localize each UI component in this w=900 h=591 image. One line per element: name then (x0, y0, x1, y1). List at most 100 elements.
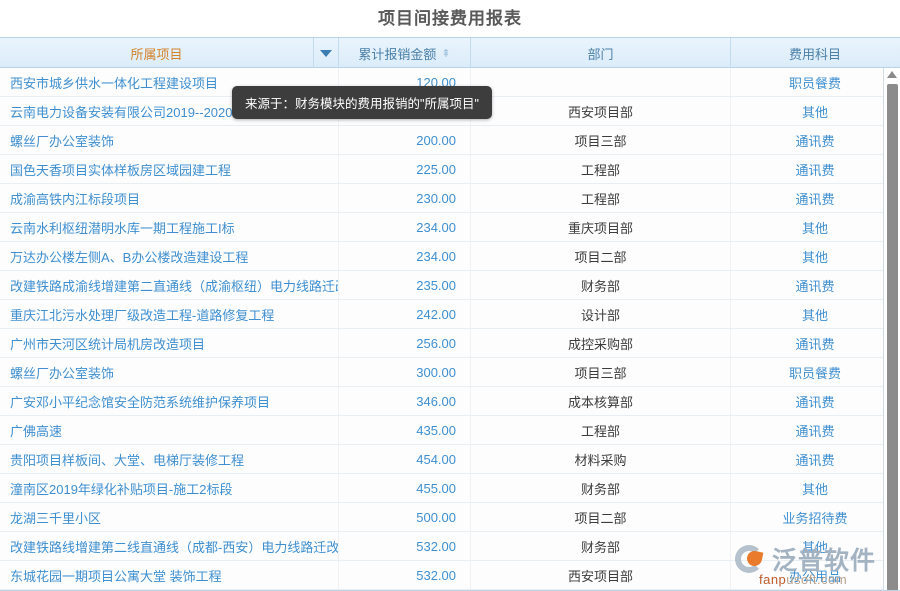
table-row[interactable]: 万达办公楼左侧A、B办公楼改造建设工程234.00项目二部其他 (0, 242, 900, 271)
cell-amount: 225.00 (339, 155, 471, 183)
cell-subject: 职员餐费 (731, 358, 899, 386)
column-header-project[interactable]: 所属项目 (0, 38, 314, 68)
cell-department: 设计部 (471, 300, 731, 328)
column-tooltip: 来源于：财务模块的费用报销的"所属项目" (232, 86, 492, 119)
cell-amount: 435.00 (339, 416, 471, 444)
cell-subject: 通讯费 (731, 184, 899, 212)
cell-subject: 业务招待费 (731, 503, 899, 531)
column-header-amount-label: 累计报销金额 (358, 44, 436, 63)
cell-department: 西安项目部 (471, 97, 731, 125)
cell-amount: 532.00 (339, 532, 471, 560)
cell-project[interactable]: 云南水利枢纽潜明水库一期工程施工I标 (0, 213, 339, 241)
cell-department: 项目三部 (471, 358, 731, 386)
cell-department (471, 68, 731, 96)
cell-project[interactable]: 广州市天河区统计局机房改造项目 (0, 329, 339, 357)
cell-amount: 200.00 (339, 126, 471, 154)
cell-amount: 346.00 (339, 387, 471, 415)
cell-subject: 通讯费 (731, 126, 899, 154)
report-grid: 所属项目 累计报销金额 ⇞ 部门 费用科目 西安市城乡供水一体化工程建设项目12… (0, 37, 900, 591)
cell-subject: 其他 (731, 97, 899, 125)
cell-project[interactable]: 贵阳项目样板间、大堂、电梯厅装修工程 (0, 445, 339, 473)
cell-amount: 234.00 (339, 242, 471, 270)
cell-project[interactable]: 龙湖三千里小区 (0, 503, 339, 531)
cell-project[interactable]: 国色天香项目实体样板房区域园建工程 (0, 155, 339, 183)
cell-amount: 235.00 (339, 271, 471, 299)
sort-ascending-icon[interactable]: ⇞ (441, 49, 450, 60)
column-header-department[interactable]: 部门 (471, 38, 731, 68)
cell-subject: 其他 (731, 213, 899, 241)
cell-department: 西安项目部 (471, 561, 731, 589)
table-row[interactable]: 东城花园一期项目公寓大堂 装饰工程532.00西安项目部办公用品 (0, 561, 900, 590)
cell-subject: 其他 (731, 532, 899, 560)
cell-project[interactable]: 螺丝厂办公室装饰 (0, 126, 339, 154)
vertical-scrollbar[interactable] (883, 68, 900, 591)
cell-project[interactable]: 螺丝厂办公室装饰 (0, 358, 339, 386)
cell-department: 项目二部 (471, 503, 731, 531)
cell-amount: 234.00 (339, 213, 471, 241)
column-header-amount[interactable]: 累计报销金额 ⇞ (339, 38, 471, 68)
cell-amount: 532.00 (339, 561, 471, 589)
scroll-up-arrow-icon[interactable] (887, 71, 897, 78)
cell-amount: 454.00 (339, 445, 471, 473)
cell-project[interactable]: 广佛高速 (0, 416, 339, 444)
cell-department: 工程部 (471, 416, 731, 444)
cell-department: 材料采购 (471, 445, 731, 473)
cell-department: 成本核算部 (471, 387, 731, 415)
cell-amount: 500.00 (339, 503, 471, 531)
cell-department: 成控采购部 (471, 329, 731, 357)
table-row[interactable]: 国色天香项目实体样板房区域园建工程225.00工程部通讯费 (0, 155, 900, 184)
cell-project[interactable]: 重庆江北污水处理厂级改造工程-道路修复工程 (0, 300, 339, 328)
cell-amount: 242.00 (339, 300, 471, 328)
cell-project[interactable]: 改建铁路线增建第二线直通线（成都-西安）电力线路迁改 (0, 532, 339, 560)
cell-subject: 通讯费 (731, 329, 899, 357)
table-row[interactable]: 广安邓小平纪念馆安全防范系统维护保养项目346.00成本核算部通讯费 (0, 387, 900, 416)
grid-body: 西安市城乡供水一体化工程建设项目120.00职员餐费云南电力设备安装有限公司20… (0, 68, 900, 591)
cell-amount: 300.00 (339, 358, 471, 386)
cell-subject: 其他 (731, 300, 899, 328)
table-row[interactable]: 改建铁路成渝线增建第二直通线（成渝枢纽）电力线路迁改235.00财务部通讯费 (0, 271, 900, 300)
table-row[interactable]: 广佛高速435.00工程部通讯费 (0, 416, 900, 445)
cell-project[interactable]: 成渝高铁内江标段项目 (0, 184, 339, 212)
table-row[interactable]: 云南水利枢纽潜明水库一期工程施工I标234.00重庆项目部其他 (0, 213, 900, 242)
cell-subject: 通讯费 (731, 155, 899, 183)
cell-amount: 455.00 (339, 474, 471, 502)
cell-department: 财务部 (471, 474, 731, 502)
column-header-department-label: 部门 (587, 44, 613, 63)
cell-department: 财务部 (471, 271, 731, 299)
column-header-subject[interactable]: 费用科目 (731, 38, 899, 68)
cell-project[interactable]: 东城花园一期项目公寓大堂 装饰工程 (0, 561, 339, 589)
column-header-subject-label: 费用科目 (789, 44, 841, 63)
table-row[interactable]: 重庆江北污水处理厂级改造工程-道路修复工程242.00设计部其他 (0, 300, 900, 329)
cell-department: 重庆项目部 (471, 213, 731, 241)
cell-department: 项目三部 (471, 126, 731, 154)
table-row[interactable]: 龙湖三千里小区500.00项目二部业务招待费 (0, 503, 900, 532)
table-row[interactable]: 广州市天河区统计局机房改造项目256.00成控采购部通讯费 (0, 329, 900, 358)
cell-amount: 256.00 (339, 329, 471, 357)
cell-subject: 通讯费 (731, 271, 899, 299)
cell-subject: 通讯费 (731, 416, 899, 444)
cell-subject: 职员餐费 (731, 68, 899, 96)
table-row[interactable]: 改建铁路线增建第二线直通线（成都-西安）电力线路迁改532.00财务部其他 (0, 532, 900, 561)
cell-subject: 其他 (731, 242, 899, 270)
cell-project[interactable]: 万达办公楼左侧A、B办公楼改造建设工程 (0, 242, 339, 270)
scrollbar-thumb[interactable] (887, 84, 898, 591)
cell-subject: 通讯费 (731, 445, 899, 473)
filter-dropdown-icon (320, 50, 332, 57)
cell-department: 工程部 (471, 184, 731, 212)
cell-project[interactable]: 潼南区2019年绿化补贴项目-施工2标段 (0, 474, 339, 502)
grid-header-row: 所属项目 累计报销金额 ⇞ 部门 费用科目 (0, 38, 900, 68)
cell-project[interactable]: 广安邓小平纪念馆安全防范系统维护保养项目 (0, 387, 339, 415)
table-row[interactable]: 螺丝厂办公室装饰300.00项目三部职员餐费 (0, 358, 900, 387)
cell-subject: 其他 (731, 474, 899, 502)
table-row[interactable]: 贵阳项目样板间、大堂、电梯厅装修工程454.00材料采购通讯费 (0, 445, 900, 474)
cell-project[interactable]: 改建铁路成渝线增建第二直通线（成渝枢纽）电力线路迁改 (0, 271, 339, 299)
cell-department: 财务部 (471, 532, 731, 560)
cell-department: 项目二部 (471, 242, 731, 270)
column-filter-dropdown[interactable] (314, 38, 339, 68)
cell-department: 工程部 (471, 155, 731, 183)
cell-subject: 办公用品 (731, 561, 899, 589)
table-row[interactable]: 螺丝厂办公室装饰200.00项目三部通讯费 (0, 126, 900, 155)
table-row[interactable]: 成渝高铁内江标段项目230.00工程部通讯费 (0, 184, 900, 213)
cell-amount: 230.00 (339, 184, 471, 212)
table-row[interactable]: 潼南区2019年绿化补贴项目-施工2标段455.00财务部其他 (0, 474, 900, 503)
